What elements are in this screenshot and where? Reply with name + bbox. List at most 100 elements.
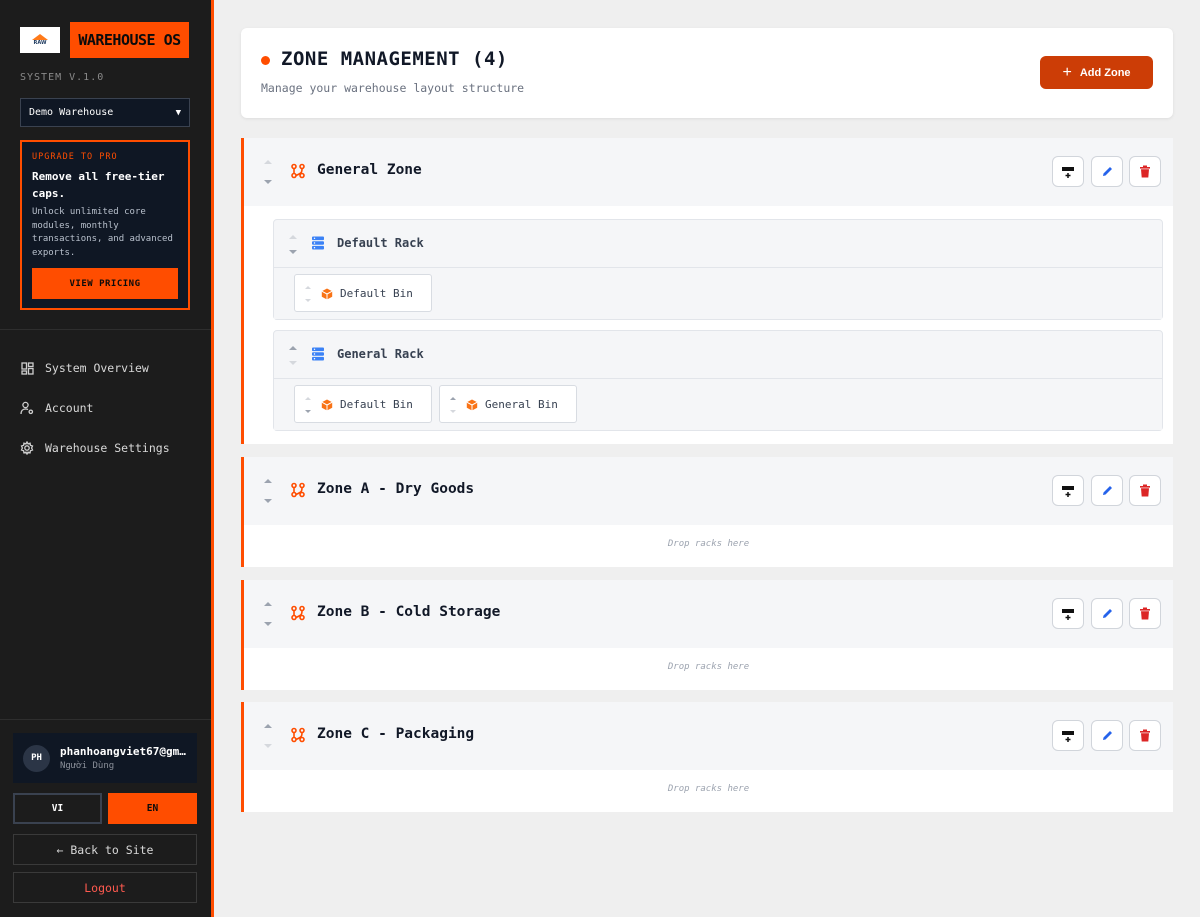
bin-chip[interactable]: Default Bin — [294, 274, 432, 312]
move-down-icon[interactable] — [450, 410, 456, 413]
reorder-arrows[interactable] — [289, 346, 297, 365]
upgrade-description: Unlock unlimited core modules, monthly t… — [32, 207, 173, 258]
bin-name: Default Bin — [340, 287, 413, 300]
warehouse-select[interactable]: Demo Warehouse ▼ — [20, 98, 190, 127]
rack-header: Default Rack — [274, 220, 1162, 268]
user-gear-icon — [20, 401, 34, 415]
pencil-icon — [1102, 167, 1112, 176]
add-rack-button[interactable] — [1052, 156, 1084, 187]
drop-zone-hint[interactable]: Drop racks here — [244, 662, 1173, 672]
reorder-arrows[interactable] — [264, 602, 272, 626]
upgrade-card: UPGRADE TO PRO Remove all free-tier caps… — [20, 140, 190, 310]
move-up-icon[interactable] — [450, 397, 456, 400]
add-zone-button[interactable]: + Add Zone — [1040, 56, 1153, 89]
view-pricing-button[interactable]: VIEW PRICING — [32, 268, 178, 299]
zone-header: Zone A - Dry Goods — [244, 457, 1173, 525]
drop-zone-hint[interactable]: Drop racks here — [244, 539, 1173, 549]
pencil-icon — [1102, 486, 1112, 495]
rack-bins: Default Bin — [274, 268, 1162, 319]
brand-title[interactable]: WAREHOUSE OS — [70, 22, 189, 58]
sidebar-divider — [0, 719, 211, 720]
status-dot — [261, 56, 270, 65]
move-down-icon[interactable] — [264, 622, 272, 626]
reorder-arrows[interactable] — [264, 160, 272, 184]
move-down-icon[interactable] — [305, 410, 311, 413]
logout-button[interactable]: Logout — [13, 872, 197, 903]
reorder-arrows[interactable] — [450, 397, 456, 413]
add-rack-button[interactable] — [1052, 475, 1084, 506]
zone-name: General Zone — [317, 162, 422, 178]
zone-header: Zone C - Packaging — [244, 702, 1173, 770]
plus-icon: + — [1062, 63, 1072, 81]
rack-card: General Rack Default Bin General Bin — [273, 330, 1163, 431]
trash-icon — [1140, 484, 1150, 497]
reorder-arrows[interactable] — [264, 479, 272, 503]
add-rack-button[interactable] — [1052, 720, 1084, 751]
logo[interactable]: RAW — [20, 27, 60, 53]
delete-zone-button[interactable] — [1129, 720, 1161, 751]
upgrade-headline: Remove all free-tier caps. — [32, 170, 165, 200]
rack-bins: Default Bin General Bin — [274, 379, 1162, 430]
pencil-icon — [1102, 731, 1112, 740]
reorder-arrows[interactable] — [305, 286, 311, 302]
trash-icon — [1140, 165, 1150, 178]
lang-en-button[interactable]: EN — [108, 793, 197, 824]
sidebar: RAW WAREHOUSE OS SYSTEM V.1.0 Demo Wareh… — [0, 0, 214, 917]
move-up-icon[interactable] — [305, 397, 311, 400]
edit-zone-button[interactable] — [1091, 475, 1123, 506]
move-up-icon[interactable] — [264, 602, 272, 606]
nav-warehouse-settings[interactable]: Warehouse Settings — [20, 438, 170, 458]
move-up-icon[interactable] — [289, 346, 297, 350]
upgrade-tag: UPGRADE TO PRO — [32, 152, 118, 162]
zone-name: Zone C - Packaging — [317, 726, 475, 742]
nav-account[interactable]: Account — [20, 398, 93, 418]
delete-zone-button[interactable] — [1129, 156, 1161, 187]
dashboard-icon — [20, 361, 34, 375]
edit-zone-button[interactable] — [1091, 156, 1123, 187]
move-up-icon[interactable] — [264, 160, 272, 164]
nav-system-overview[interactable]: System Overview — [20, 358, 149, 378]
move-down-icon[interactable] — [305, 299, 311, 302]
add-rack-button[interactable] — [1052, 598, 1084, 629]
delete-zone-button[interactable] — [1129, 475, 1161, 506]
box-icon — [321, 288, 333, 300]
page-header: ZONE MANAGEMENT (4) Manage your warehous… — [241, 28, 1173, 118]
move-up-icon[interactable] — [264, 724, 272, 728]
lang-vi-button[interactable]: VI — [13, 793, 102, 824]
nav-label: Account — [45, 401, 94, 415]
user-card[interactable]: PH phanhoangviet67@gmail.com Người Dùng — [13, 733, 197, 783]
add-rack-icon — [1062, 485, 1074, 497]
rack-card: Default Rack Default Bin — [273, 219, 1163, 320]
rack-header: General Rack — [274, 331, 1162, 379]
move-up-icon[interactable] — [264, 479, 272, 483]
move-up-icon[interactable] — [289, 235, 297, 239]
move-down-icon[interactable] — [289, 361, 297, 365]
move-down-icon[interactable] — [264, 499, 272, 503]
move-down-icon[interactable] — [289, 250, 297, 254]
back-to-site-button[interactable]: ← Back to Site — [13, 834, 197, 865]
zone-header: Zone B - Cold Storage — [244, 580, 1173, 648]
delete-zone-button[interactable] — [1129, 598, 1161, 629]
page-subtitle: Manage your warehouse layout structure — [261, 81, 525, 95]
drop-zone-hint[interactable]: Drop racks here — [244, 784, 1173, 794]
move-down-icon[interactable] — [264, 180, 272, 184]
add-rack-icon — [1062, 608, 1074, 620]
zone-header: General Zone — [244, 138, 1173, 206]
nav-label: Warehouse Settings — [45, 441, 170, 455]
add-zone-label: Add Zone — [1079, 66, 1131, 79]
edit-zone-button[interactable] — [1091, 720, 1123, 751]
route-icon — [291, 163, 305, 179]
move-up-icon[interactable] — [305, 286, 311, 289]
box-icon — [466, 399, 478, 411]
bin-chip[interactable]: General Bin — [439, 385, 577, 423]
route-icon — [291, 605, 305, 621]
reorder-arrows[interactable] — [289, 235, 297, 254]
edit-zone-button[interactable] — [1091, 598, 1123, 629]
zone-name: Zone B - Cold Storage — [317, 604, 501, 620]
bin-chip[interactable]: Default Bin — [294, 385, 432, 423]
move-down-icon[interactable] — [264, 744, 272, 748]
rack-name: Default Rack — [337, 236, 424, 250]
reorder-arrows[interactable] — [264, 724, 272, 748]
gear-icon — [20, 441, 34, 455]
reorder-arrows[interactable] — [305, 397, 311, 413]
